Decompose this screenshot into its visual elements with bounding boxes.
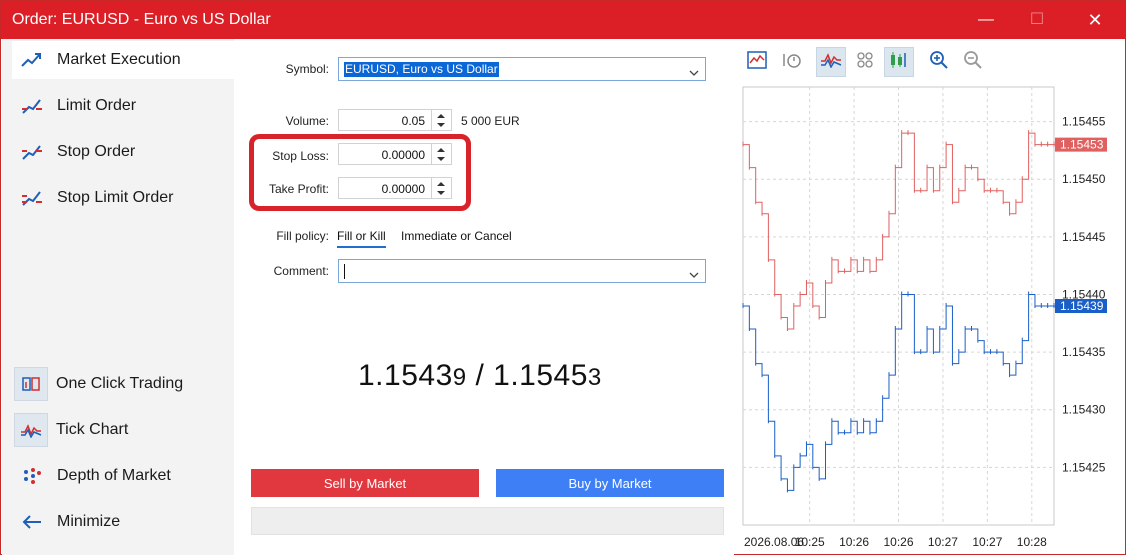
volume-value: 0.05: [401, 114, 425, 128]
dots-icon: [855, 51, 875, 74]
window-title: Order: EURUSD - Euro vs US Dollar: [12, 11, 271, 28]
history-button[interactable]: [776, 47, 806, 77]
symbol-label: Symbol:: [285, 62, 329, 76]
tick-line-button[interactable]: [816, 47, 846, 77]
volume-stepper-buttons[interactable]: [431, 110, 451, 130]
sidebar-item-label: Market Execution: [57, 51, 181, 68]
comment-input[interactable]: [338, 259, 706, 283]
chart-type-button[interactable]: [742, 47, 772, 77]
fill-policy-label: Fill policy:: [276, 229, 329, 243]
zoom-in-button[interactable]: [924, 47, 954, 77]
depth-of-market-icon: [20, 464, 44, 488]
increase-icon[interactable]: [437, 114, 445, 118]
decrease-icon[interactable]: [437, 123, 445, 127]
zoom-in-icon: [929, 50, 949, 75]
x-tick-label: 10:25: [795, 535, 825, 549]
sidebar-item-stop-order[interactable]: Stop Order: [12, 133, 234, 171]
sidebar-item-label: Stop Limit Order: [57, 189, 174, 206]
market-execution-icon: [20, 48, 44, 72]
chart-icon: [747, 50, 767, 74]
sidebar-item-limit-order[interactable]: Limit Order: [12, 87, 234, 125]
volume-note: 5 000 EUR: [461, 114, 520, 128]
fill-option-immediate-or-cancel[interactable]: Immediate or Cancel: [401, 229, 512, 243]
chevron-down-icon: [689, 266, 699, 284]
bid-price-last-digit: 9: [452, 364, 467, 391]
close-window-button[interactable]: ✕: [1070, 1, 1120, 39]
sidebar-item-label: Depth of Market: [57, 467, 171, 484]
volume-label: Volume:: [285, 114, 329, 128]
ticks-dots-button[interactable]: [850, 47, 880, 77]
sidebar-item-market-execution[interactable]: Market Execution: [12, 41, 234, 79]
x-tick-label: 10:28: [1017, 535, 1047, 549]
order-window: Order: EURUSD - Euro vs US Dollar — ☐ ✕ …: [0, 0, 1126, 555]
tick-chart-toggle[interactable]: Tick Chart: [12, 411, 234, 449]
ask-price-last-digit: 3: [587, 364, 602, 391]
y-tick-label: 1.15425: [1062, 460, 1106, 474]
current-price-label: 1.15439: [1060, 299, 1104, 313]
order-form: Symbol: EURUSD, Euro vs US Dollar Volume…: [234, 39, 734, 555]
arrow-left-icon: [20, 510, 44, 534]
x-tick-label: 10:26: [884, 535, 914, 549]
title-bar[interactable]: Order: EURUSD - Euro vs US Dollar — ☐ ✕: [1, 1, 1125, 39]
one-click-trading-icon: [14, 367, 48, 401]
y-tick-label: 1.15450: [1062, 172, 1106, 186]
x-tick-label: 10:27: [928, 535, 958, 549]
sidebar-item-label: Limit Order: [57, 97, 137, 114]
zoom-out-button[interactable]: [958, 47, 988, 77]
sidebar-item-label: Minimize: [57, 513, 121, 530]
fill-option-fill-or-kill[interactable]: Fill or Kill: [337, 229, 386, 248]
bid-price-main: 1.1543: [358, 359, 453, 392]
tick-chart-panel: 1.15455 1.15450 1.15445 1.15440 1.15435 1.154…: [734, 39, 1126, 555]
buy-by-market-button[interactable]: Buy by Market: [496, 469, 724, 497]
stop-loss-take-profit-highlight: [249, 134, 471, 211]
sidebar-item-stop-limit-order[interactable]: Stop Limit Order: [12, 179, 234, 217]
order-status-bar: [251, 507, 724, 535]
candlestick-icon: [888, 51, 910, 74]
symbol-value: EURUSD, Euro vs US Dollar: [344, 62, 499, 77]
y-tick-label: 1.15435: [1062, 345, 1106, 359]
sell-by-market-button[interactable]: Sell by Market: [251, 469, 479, 497]
sidebar-item-label: Stop Order: [57, 143, 136, 160]
stop-limit-order-icon: [20, 186, 44, 210]
text-cursor: [344, 264, 345, 279]
comment-label: Comment:: [273, 264, 329, 278]
ask-price-main: 1.1545: [493, 359, 588, 392]
sidebar-item-label: Tick Chart: [56, 421, 129, 438]
maximize-window-button[interactable]: ☐: [1012, 1, 1062, 39]
candles-button[interactable]: [884, 47, 914, 77]
chevron-down-icon: [689, 64, 699, 82]
minimize-panel-button[interactable]: Minimize: [12, 503, 234, 541]
x-tick-label: 10:26: [839, 535, 869, 549]
price-separator: /: [466, 359, 494, 392]
x-tick-label: 10:27: [972, 535, 1002, 549]
current-price-label: 1.15453: [1060, 138, 1104, 152]
sidebar-item-label: One Click Trading: [56, 375, 184, 392]
one-click-trading-toggle[interactable]: One Click Trading: [12, 365, 234, 403]
tick-chart-icon: [14, 413, 48, 447]
zoom-out-icon: [963, 50, 983, 75]
tick-line-icon: [820, 52, 842, 73]
y-tick-label: 1.15455: [1062, 115, 1106, 129]
stop-order-icon: [20, 140, 44, 164]
depth-of-market-toggle[interactable]: Depth of Market: [12, 457, 234, 495]
tick-chart[interactable]: 1.154551.154501.154451.154401.154351.154…: [734, 85, 1126, 555]
y-tick-label: 1.15445: [1062, 230, 1106, 244]
minimize-window-button[interactable]: —: [961, 1, 1011, 39]
history-icon: [781, 51, 801, 74]
symbol-select[interactable]: EURUSD, Euro vs US Dollar: [338, 57, 706, 81]
bid-ask-price: 1.15439 / 1.15453: [358, 359, 602, 393]
order-type-sidebar: Market Execution Limit Order Stop Order …: [2, 39, 234, 555]
limit-order-icon: [20, 94, 44, 118]
y-tick-label: 1.15430: [1062, 403, 1106, 417]
volume-stepper[interactable]: 0.05: [338, 109, 452, 131]
